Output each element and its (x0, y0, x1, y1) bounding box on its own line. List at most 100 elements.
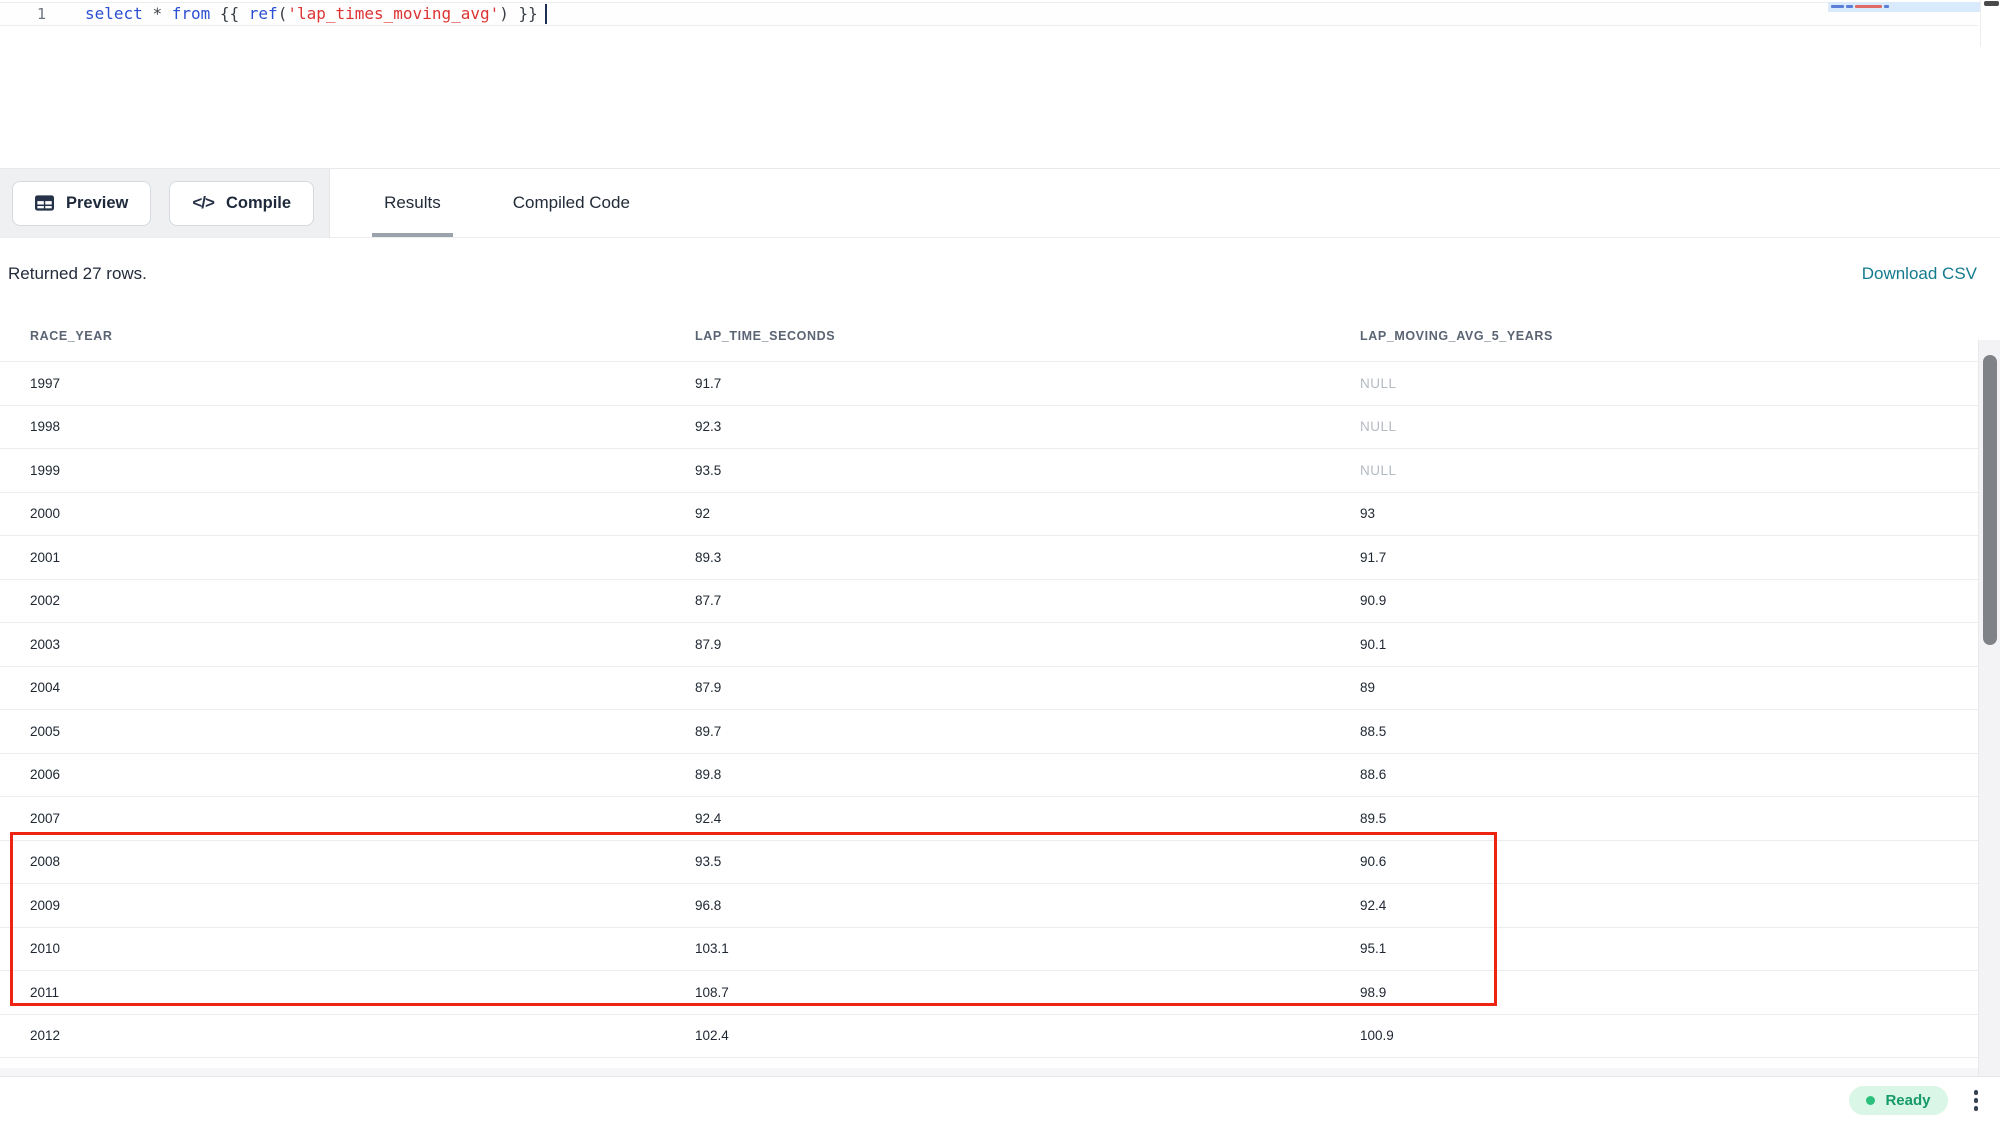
cell-lap-moving-avg: 89.5 (1360, 811, 2000, 826)
cell-race-year: 2001 (30, 550, 695, 565)
code-token-string: 'lap_times_moving_avg' (287, 4, 499, 23)
cell-race-year: 2000 (30, 506, 695, 521)
table-body: 1997 91.7 NULL 1998 92.3 NULL 1999 93.5 … (0, 362, 2000, 1058)
table-row: 2003 87.9 90.1 (0, 623, 2000, 667)
code-token-star: * (152, 4, 171, 23)
cell-lap-moving-avg: 90.9 (1360, 593, 2000, 608)
table-row: 2011 108.7 98.9 (0, 971, 2000, 1015)
text-cursor (545, 4, 548, 24)
cell-race-year: 2012 (30, 1028, 695, 1043)
ready-status-label: Ready (1885, 1092, 1930, 1109)
cell-race-year: 2009 (30, 898, 695, 913)
cell-race-year: 2008 (30, 854, 695, 869)
table-row: 1998 92.3 NULL (0, 406, 2000, 450)
cell-race-year: 2007 (30, 811, 695, 826)
table-row: 2002 87.7 90.9 (0, 580, 2000, 624)
preview-table-icon (35, 195, 54, 211)
minimap-code-marks (1831, 5, 1889, 8)
table-row: 2010 103.1 95.1 (0, 928, 2000, 972)
table-header-row: RACE_YEAR LAP_TIME_SECONDS LAP_MOVING_AV… (0, 310, 2000, 362)
table-row: 2008 93.5 90.6 (0, 841, 2000, 885)
cell-lap-moving-avg: NULL (1360, 419, 2000, 434)
cell-race-year: 2004 (30, 680, 695, 695)
code-token-close-braces: }} (509, 4, 538, 23)
cell-race-year: 2005 (30, 724, 695, 739)
table-row: 2000 92 93 (0, 493, 2000, 537)
table-row: 2004 87.9 89 (0, 667, 2000, 711)
cell-lap-time-seconds: 91.7 (695, 376, 1360, 391)
cell-lap-moving-avg: 100.9 (1360, 1028, 2000, 1043)
cell-lap-time-seconds: 96.8 (695, 898, 1360, 913)
editor-current-line[interactable]: 1 select * from {{ ref('lap_times_moving… (0, 2, 1978, 26)
tab-compiled-code[interactable]: Compiled Code (501, 169, 642, 237)
cell-lap-time-seconds: 92.4 (695, 811, 1360, 826)
cell-lap-time-seconds: 89.8 (695, 767, 1360, 782)
table-row: 1999 93.5 NULL (0, 449, 2000, 493)
ready-status-badge: Ready (1849, 1086, 1947, 1115)
row-count-summary: Returned 27 rows. (8, 264, 147, 284)
compile-button[interactable]: </> Compile (169, 181, 314, 226)
horizontal-scroll-track (0, 1068, 2000, 1076)
preview-button-label: Preview (66, 194, 128, 213)
cell-race-year: 1999 (30, 463, 695, 478)
cell-lap-moving-avg: 98.9 (1360, 985, 2000, 1000)
compile-button-label: Compile (226, 194, 291, 213)
kebab-menu-icon[interactable] (1970, 1086, 1983, 1115)
sql-editor[interactable]: 1 select * from {{ ref('lap_times_moving… (0, 0, 2000, 168)
cell-lap-moving-avg: 93 (1360, 506, 2000, 521)
code-token-open-paren: ( (278, 4, 288, 23)
cell-lap-time-seconds: 92.3 (695, 419, 1360, 434)
results-meta-row: Returned 27 rows. Download CSV (0, 238, 2000, 310)
code-token-select: select (85, 4, 152, 23)
cell-race-year: 1998 (30, 419, 695, 434)
status-bar: Ready (0, 1076, 2000, 1124)
cell-lap-time-seconds: 108.7 (695, 985, 1360, 1000)
ready-status-dot (1866, 1096, 1875, 1105)
cell-lap-moving-avg: 88.6 (1360, 767, 2000, 782)
compile-code-icon: </> (192, 193, 214, 213)
cell-lap-moving-avg: 91.7 (1360, 550, 2000, 565)
code-token-ref: ref (249, 4, 278, 23)
results-table: RACE_YEAR LAP_TIME_SECONDS LAP_MOVING_AV… (0, 310, 2000, 1058)
tab-results[interactable]: Results (372, 169, 453, 237)
column-header-lap-time-seconds: LAP_TIME_SECONDS (695, 329, 1360, 343)
cell-lap-time-seconds: 87.9 (695, 680, 1360, 695)
cell-lap-time-seconds: 93.5 (695, 463, 1360, 478)
code-token-from: from (172, 4, 220, 23)
cell-lap-moving-avg: 92.4 (1360, 898, 2000, 913)
results-scrollbar[interactable] (1978, 340, 2000, 1076)
table-row: 2007 92.4 89.5 (0, 797, 2000, 841)
download-csv-link[interactable]: Download CSV (1862, 264, 1977, 284)
cell-lap-time-seconds: 89.7 (695, 724, 1360, 739)
cell-lap-time-seconds: 93.5 (695, 854, 1360, 869)
table-row: 2005 89.7 88.5 (0, 710, 2000, 754)
editor-scrollbar-thumb[interactable] (1984, 1, 1999, 6)
cell-lap-time-seconds: 87.9 (695, 637, 1360, 652)
cell-lap-moving-avg: NULL (1360, 463, 2000, 478)
code-line[interactable]: select * from {{ ref('lap_times_moving_a… (85, 4, 547, 25)
column-header-lap-moving-avg: LAP_MOVING_AVG_5_YEARS (1360, 329, 2000, 343)
code-token-close-paren: ) (499, 4, 509, 23)
table-row: 2012 102.4 100.9 (0, 1015, 2000, 1059)
table-row: 2001 89.3 91.7 (0, 536, 2000, 580)
cell-lap-moving-avg: 90.6 (1360, 854, 2000, 869)
cell-lap-time-seconds: 92 (695, 506, 1360, 521)
results-scrollbar-thumb[interactable] (1983, 355, 1997, 645)
cell-lap-time-seconds: 89.3 (695, 550, 1360, 565)
table-row: 1997 91.7 NULL (0, 362, 2000, 406)
cell-lap-moving-avg: 89 (1360, 680, 2000, 695)
cell-lap-time-seconds: 87.7 (695, 593, 1360, 608)
results-toolbar: Preview </> Compile Results Compiled Cod… (0, 168, 2000, 238)
cell-lap-moving-avg: 95.1 (1360, 941, 2000, 956)
minimap-divider (1980, 0, 1981, 47)
preview-button[interactable]: Preview (12, 181, 151, 226)
cell-lap-moving-avg: 90.1 (1360, 637, 2000, 652)
table-bottom-sliver (0, 1058, 2000, 1068)
cell-race-year: 2010 (30, 941, 695, 956)
toolbar-button-group: Preview </> Compile (0, 169, 330, 237)
cell-lap-moving-avg: NULL (1360, 376, 2000, 391)
table-row: 2009 96.8 92.4 (0, 884, 2000, 928)
results-tabs: Results Compiled Code (372, 169, 642, 237)
editor-minimap[interactable] (1828, 2, 1980, 12)
tab-compiled-code-label: Compiled Code (513, 193, 630, 213)
